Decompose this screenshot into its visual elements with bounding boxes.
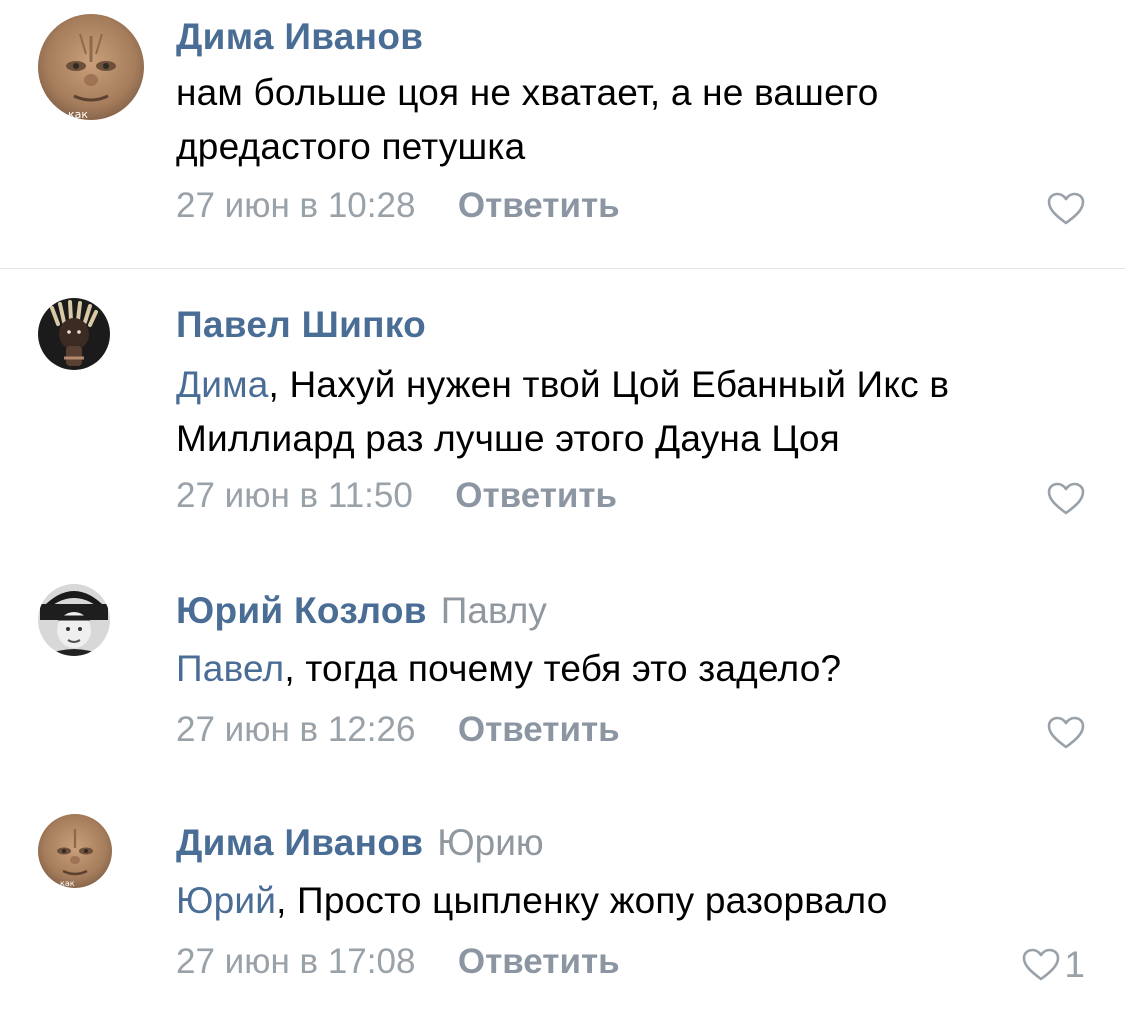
comment-text: Юрий, Просто цыпленку жопу разорвало <box>176 874 1085 928</box>
author-name[interactable]: Юрий Козлов <box>176 590 427 631</box>
avatar[interactable]: как <box>38 814 112 888</box>
like-button[interactable] <box>1047 476 1085 522</box>
comment-text: Дима, Нахуй нужен твой Цой Ебанный Икс в… <box>176 358 1085 466</box>
comment-text-line: , Просто цыпленку жопу разорвало <box>276 880 888 921</box>
comments-thread: как Дима Иванов нам больше цоя не хватае… <box>0 0 1125 1035</box>
avatar[interactable]: как <box>38 14 144 120</box>
avatar[interactable] <box>38 584 110 656</box>
comment-text: Павел, тогда почему тебя это задело? <box>176 642 1085 696</box>
avatar-caption: как <box>68 108 88 120</box>
comment-text-line: Миллиард раз лучше этого Дауна Цоя <box>176 418 840 459</box>
heart-icon <box>1047 716 1085 749</box>
avatar-caption: как <box>60 879 75 888</box>
reply-button[interactable]: Ответить <box>458 942 620 981</box>
comment-date: 27 июн в 11:50 <box>176 476 413 515</box>
author-name[interactable]: Дима Иванов <box>176 16 423 57</box>
mention-link[interactable]: Юрий <box>176 880 276 921</box>
black-and-white-photo-avatar-icon <box>38 584 110 656</box>
comment-text-line: нам больше цоя не хватает, а не вашего <box>176 72 879 113</box>
reply-to-label[interactable]: Павлу <box>441 590 547 631</box>
heart-icon <box>1023 948 1060 981</box>
heart-icon <box>1047 192 1085 225</box>
comment-text: нам больше цоя не хватает, а не вашего д… <box>176 66 1085 174</box>
reply-to-label[interactable]: Юрию <box>437 822 543 863</box>
like-button[interactable] <box>1047 710 1085 756</box>
divider <box>0 268 1125 269</box>
comment-date: 27 июн в 17:08 <box>176 942 416 981</box>
reply-button[interactable]: Ответить <box>455 476 617 515</box>
reply-button[interactable]: Ответить <box>458 710 620 749</box>
author-name[interactable]: Павел Шипко <box>176 304 426 345</box>
avatar[interactable] <box>38 298 110 370</box>
mention-link[interactable]: Дима <box>176 364 269 405</box>
heart-icon <box>1047 482 1085 515</box>
like-button[interactable] <box>1047 186 1085 232</box>
comment-date: 27 июн в 12:26 <box>176 710 416 749</box>
reply-button[interactable]: Ответить <box>458 186 620 225</box>
comment-date: 27 июн в 10:28 <box>176 186 416 225</box>
comment-text-line: , Нахуй нужен твой Цой Ебанный Икс в <box>268 364 950 405</box>
dreadlocks-photo-avatar-icon <box>38 298 110 370</box>
like-count: 1 <box>1064 944 1085 985</box>
comment-text-line: дредастого петушка <box>176 126 526 167</box>
face-photo-avatar-icon: как <box>38 814 112 888</box>
mention-link[interactable]: Павел <box>176 648 284 689</box>
like-button[interactable]: 1 <box>1022 942 1085 988</box>
face-photo-avatar-icon: как <box>38 14 144 120</box>
author-name[interactable]: Дима Иванов <box>176 822 423 863</box>
comment-text-line: , тогда почему тебя это задело? <box>284 648 842 689</box>
